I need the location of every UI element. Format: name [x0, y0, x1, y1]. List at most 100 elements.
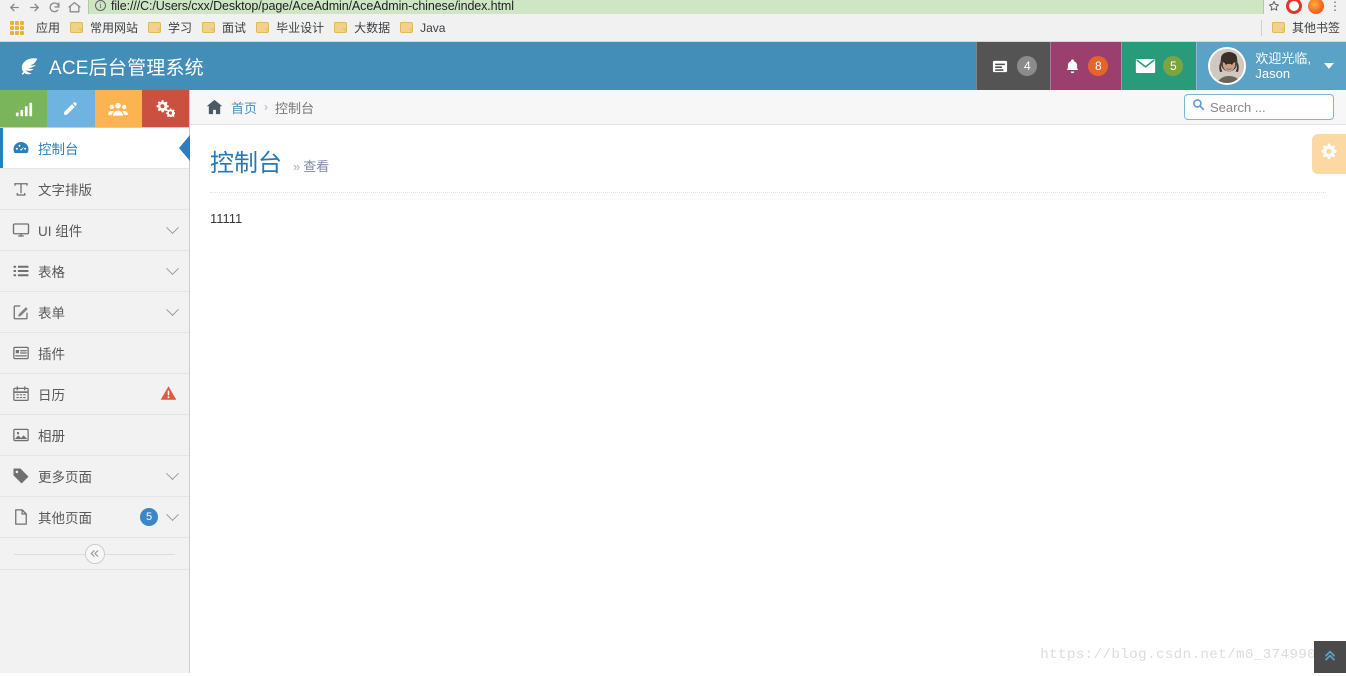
sidebar-item-label: UI 组件 — [38, 224, 83, 239]
caret-down-icon — [1324, 63, 1334, 69]
double-chevron-left-icon[interactable] — [84, 543, 105, 564]
sidebar-collapse-row — [0, 538, 189, 570]
sidebar-item-typography[interactable]: 文字排版 — [0, 169, 189, 210]
bookmark-folder-1[interactable]: 学习 — [146, 17, 200, 39]
bookmark-folder-5[interactable]: Java — [398, 17, 453, 39]
sidebar-item-other-pages[interactable]: 其他页面 5 — [0, 497, 189, 538]
chevron-down-icon — [166, 507, 179, 521]
search-input[interactable] — [1210, 99, 1326, 115]
sidebar: 控制台 文字排版 UI 组件 表格 表单 插件 日历 相册 更多页面 其他页面 … — [0, 90, 190, 673]
page-content: 控制台 » 查看 11111 — [190, 125, 1346, 226]
tasks-button[interactable]: 4 — [976, 42, 1051, 90]
sidebar-item-label: 表单 — [38, 306, 65, 321]
calendar-icon — [12, 385, 38, 403]
sidebar-shortcuts — [0, 90, 189, 128]
bookmark-folder-3[interactable]: 毕业设计 — [254, 17, 332, 39]
chevron-down-icon — [166, 261, 179, 275]
page-info-icon[interactable]: i — [95, 0, 106, 11]
sidebar-item-label: 控制台 — [38, 142, 79, 157]
bookmarks-bar: 应用 常用网站 学习 面试 毕业设计 大数据 Java 其他书签 — [0, 14, 1346, 42]
notifications-button[interactable]: 8 — [1050, 42, 1122, 90]
cogs-icon — [156, 100, 175, 117]
bookmark-folder-0[interactable]: 常用网站 — [68, 17, 146, 39]
bookmark-folder-4[interactable]: 大数据 — [332, 17, 398, 39]
bookmark-star-icon[interactable] — [1268, 0, 1280, 14]
user-greeting: 欢迎光临, — [1255, 51, 1311, 66]
tag-icon — [12, 467, 38, 485]
shortcut-users[interactable] — [94, 90, 142, 127]
folder-icon — [400, 22, 414, 33]
opera-extension-icon[interactable] — [1286, 0, 1302, 14]
tasks-icon — [990, 58, 1010, 75]
breadcrumb-current: 控制台 — [275, 100, 315, 116]
browser-chrome: i file:///C:/Users/cxx/Desktop/page/AceA… — [0, 0, 1346, 42]
edit-icon — [12, 303, 38, 321]
bookmark-apps[interactable]: 应用 — [34, 17, 68, 39]
url-text: file:///C:/Users/cxx/Desktop/page/AceAdm… — [111, 0, 514, 13]
bookmark-apps-label: 应用 — [36, 21, 61, 35]
breadcrumb-separator: › — [264, 100, 269, 114]
page-subtitle-text: 查看 — [303, 159, 330, 174]
sidebar-item-gallery[interactable]: 相册 — [0, 415, 189, 456]
forward-arrow-icon[interactable] — [24, 0, 44, 14]
apps-grid-icon[interactable] — [10, 20, 24, 35]
list-icon — [12, 262, 38, 280]
bookmark-folder-2[interactable]: 面试 — [200, 17, 254, 39]
sidebar-item-more-pages[interactable]: 更多页面 — [0, 456, 189, 497]
signal-icon — [15, 101, 33, 117]
shortcut-settings[interactable] — [141, 90, 189, 127]
folder-icon — [334, 22, 348, 33]
ace-admin-app: ACE后台管理系统 4 8 5 欢迎光临, Jason 控制台 文字排版 UI … — [0, 42, 1346, 673]
sidebar-item-widgets[interactable]: 插件 — [0, 333, 189, 374]
active-arrow-icon — [179, 135, 190, 161]
address-bar[interactable]: i file:///C:/Users/cxx/Desktop/page/AceA… — [88, 0, 1264, 14]
breadcrumb: 首页 › 控制台 — [190, 90, 1346, 125]
bookmark-label: 毕业设计 — [276, 21, 325, 35]
top-navbar: ACE后台管理系统 4 8 5 欢迎光临, Jason — [0, 42, 1346, 90]
reload-icon[interactable] — [44, 0, 64, 14]
folder-icon — [256, 22, 270, 33]
sidebar-item-tables[interactable]: 表格 — [0, 251, 189, 292]
bookmark-label: 大数据 — [354, 21, 391, 35]
bookmark-label: 常用网站 — [90, 21, 139, 35]
sidebar-item-label: 文字排版 — [38, 183, 92, 198]
messages-button[interactable]: 5 — [1121, 42, 1197, 90]
sidebar-item-forms[interactable]: 表单 — [0, 292, 189, 333]
brand[interactable]: ACE后台管理系统 — [0, 42, 204, 90]
other-bookmarks-label: 其他书签 — [1291, 21, 1340, 35]
home-icon[interactable] — [206, 99, 223, 115]
user-menu[interactable]: 欢迎光临, Jason — [1196, 42, 1346, 90]
warning-icon — [160, 385, 177, 404]
sidebar-item-label: 插件 — [38, 347, 65, 362]
notifications-badge: 8 — [1088, 56, 1109, 76]
bookmark-label: 面试 — [222, 21, 247, 35]
home-icon[interactable] — [64, 0, 84, 14]
breadcrumb-home-link[interactable]: 首页 — [231, 98, 257, 117]
sidebar-item-label: 其他页面 — [38, 511, 92, 526]
user-greeting-block: 欢迎光临, Jason — [1255, 51, 1311, 81]
settings-tab[interactable] — [1312, 134, 1346, 174]
search-box[interactable] — [1184, 94, 1334, 120]
envelope-icon — [1135, 58, 1156, 74]
other-bookmarks[interactable]: 其他书签 — [1260, 19, 1340, 36]
firefox-extension-icon[interactable] — [1308, 0, 1324, 14]
shortcut-edit[interactable] — [47, 90, 95, 127]
folder-icon — [202, 22, 216, 33]
scroll-to-top-button[interactable] — [1314, 641, 1346, 673]
kebab-menu-icon[interactable]: ⋮ — [1328, 0, 1342, 13]
sidebar-item-label: 表格 — [38, 265, 65, 280]
sidebar-item-dashboard[interactable]: 控制台 — [0, 128, 190, 169]
group-icon — [108, 101, 129, 117]
sidebar-item-ui-components[interactable]: UI 组件 — [0, 210, 189, 251]
omnibar-row: i file:///C:/Users/cxx/Desktop/page/AceA… — [0, 0, 1346, 14]
shortcut-signal[interactable] — [0, 90, 48, 127]
dashboard-icon — [12, 139, 38, 157]
sidebar-item-calendar[interactable]: 日历 — [0, 374, 189, 415]
bookmark-label: 学习 — [168, 21, 193, 35]
folder-icon — [70, 22, 84, 33]
back-arrow-icon[interactable] — [4, 0, 24, 14]
divider — [1260, 19, 1262, 36]
page-header: 控制台 » 查看 — [210, 143, 1326, 193]
page-subtitle: » 查看 — [293, 156, 329, 175]
chevron-down-icon — [166, 466, 179, 480]
